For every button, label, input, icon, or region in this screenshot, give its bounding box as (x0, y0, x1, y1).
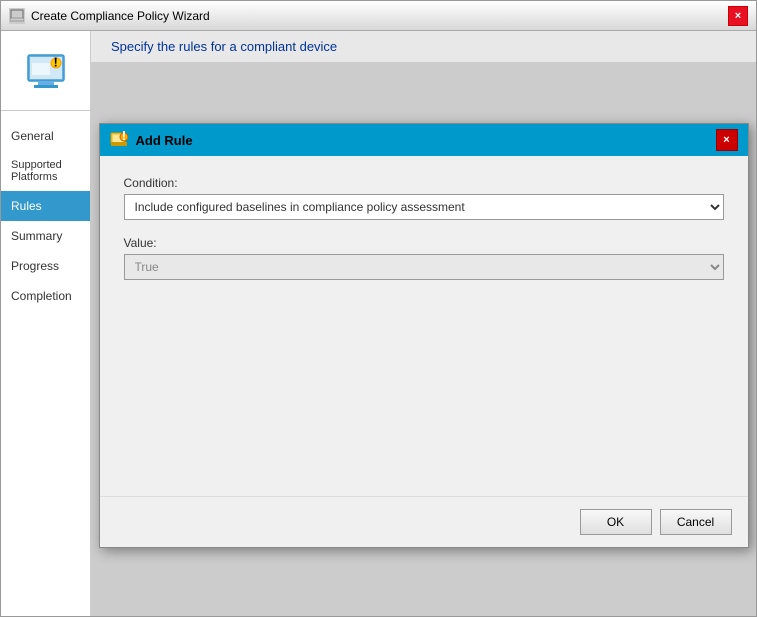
dialog-title-bar: ! Add Rule × (100, 124, 748, 156)
window-title: Create Compliance Policy Wizard (31, 9, 210, 23)
ok-button[interactable]: OK (580, 509, 652, 535)
window-close-button[interactable]: × (728, 6, 748, 26)
dialog-spacer (124, 296, 724, 476)
outer-window: Create Compliance Policy Wizard × ! (0, 0, 757, 617)
sidebar-item-summary[interactable]: Summary (1, 221, 90, 251)
subheader: Specify the rules for a compliant device (91, 31, 756, 63)
subtitle-text: Specify the rules for a compliant device (111, 39, 337, 54)
dialog-body: Condition: Include configured baselines … (100, 156, 748, 496)
sidebar-item-supported[interactable]: Supported Platforms (1, 151, 90, 191)
svg-text:!: ! (53, 54, 57, 69)
dialog-footer: OK Cancel (100, 496, 748, 547)
dialog-title-text: Add Rule (136, 133, 193, 148)
add-rule-dialog: ! Add Rule × Condition: Include c (99, 123, 749, 548)
svg-text:!: ! (121, 131, 125, 143)
condition-label: Condition: (124, 176, 724, 190)
value-select[interactable]: True (124, 254, 724, 280)
sidebar-item-general[interactable]: General (1, 121, 90, 151)
sidebar: ! General Supported Platforms Rules Summ… (1, 31, 91, 616)
right-panel: Specify the rules for a compliant device (91, 31, 756, 616)
dialog-overlay: ! Add Rule × Condition: Include c (91, 63, 756, 616)
cancel-button[interactable]: Cancel (660, 509, 732, 535)
dialog-title-left: ! Add Rule (110, 131, 193, 149)
main-content: ! General Supported Platforms Rules Summ… (1, 31, 756, 616)
sidebar-item-completion[interactable]: Completion (1, 281, 90, 311)
sidebar-item-rules[interactable]: Rules (1, 191, 90, 221)
dialog-icon: ! (110, 131, 128, 149)
wizard-nav: General Supported Platforms Rules Summar… (1, 111, 90, 311)
sidebar-item-progress[interactable]: Progress (1, 251, 90, 281)
sidebar-header: ! (1, 31, 90, 111)
condition-select[interactable]: Include configured baselines in complian… (124, 194, 724, 220)
window-icon (9, 8, 25, 24)
title-bar: Create Compliance Policy Wizard × (1, 1, 756, 31)
content-area: ! Add Rule × Condition: Include c (91, 63, 756, 616)
value-label: Value: (124, 236, 724, 250)
title-bar-left: Create Compliance Policy Wizard (9, 8, 210, 24)
dialog-close-button[interactable]: × (716, 129, 738, 151)
